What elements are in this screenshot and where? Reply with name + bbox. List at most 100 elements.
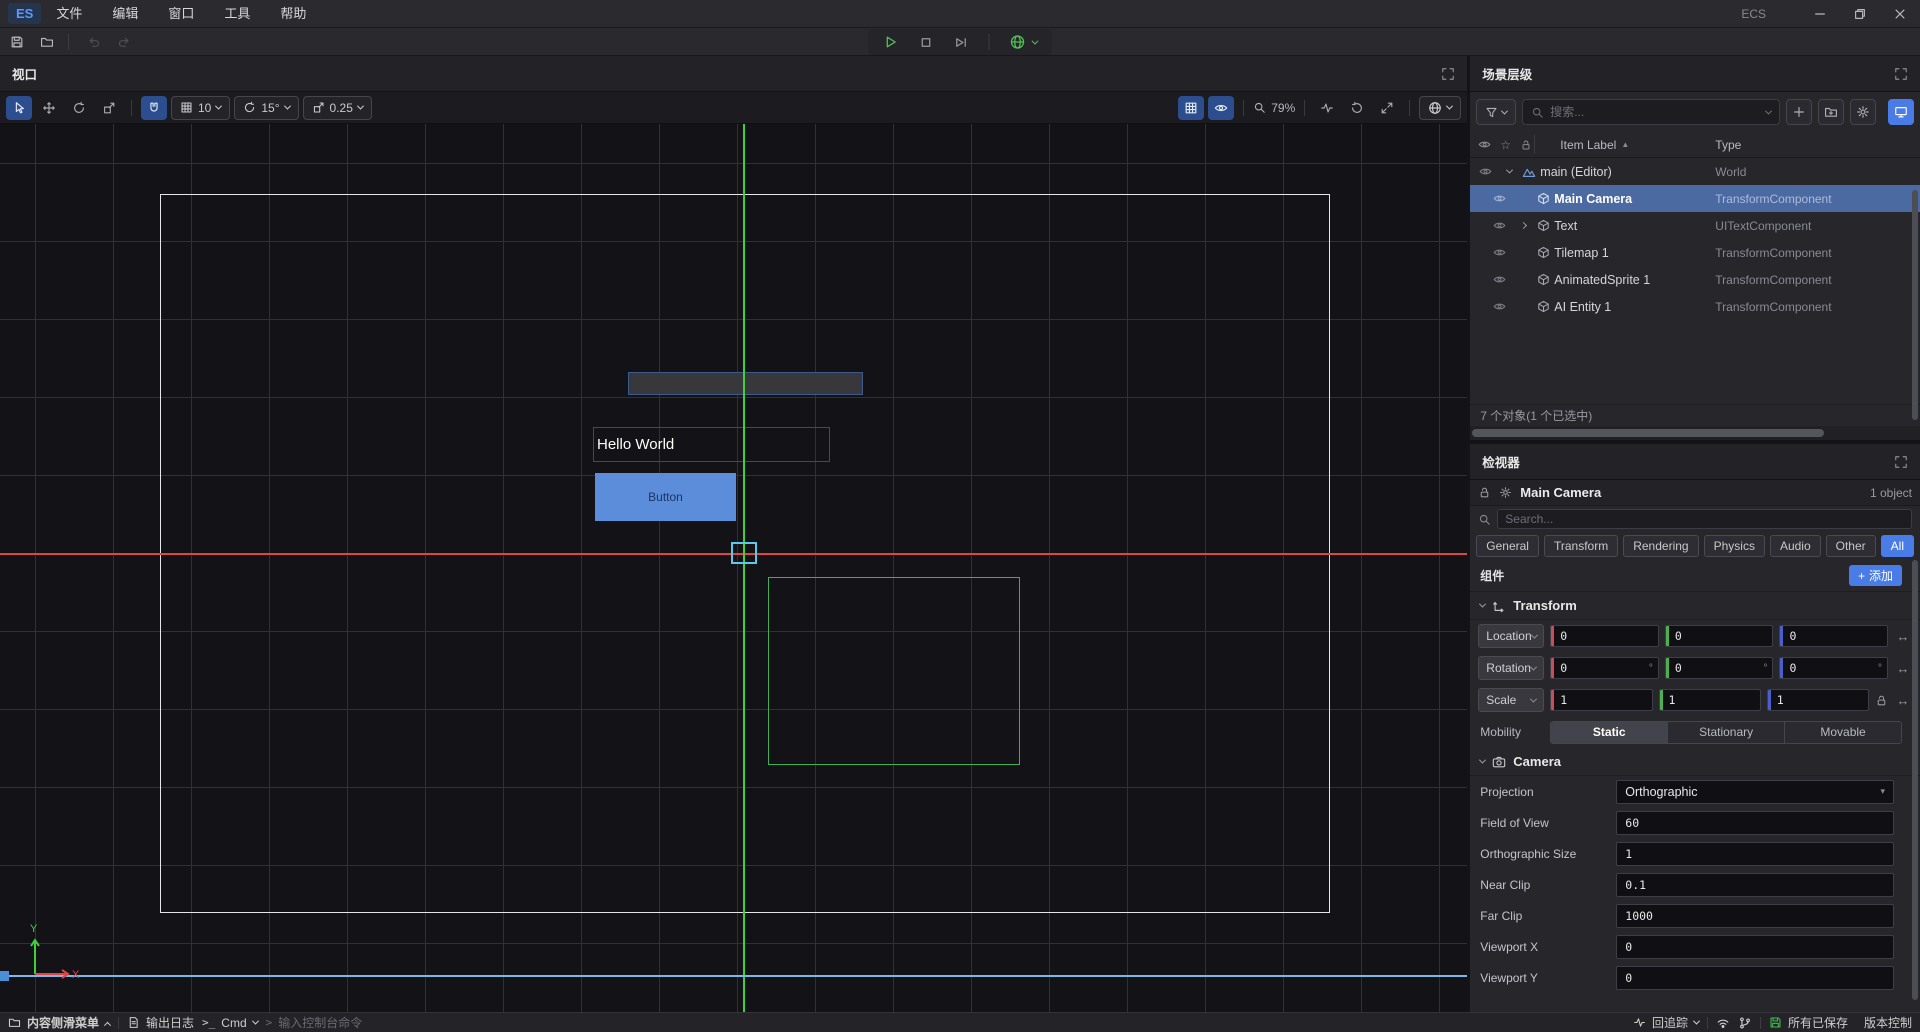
expand-panel-icon[interactable] [1894, 67, 1908, 81]
vertical-scrollbar[interactable] [1912, 190, 1918, 420]
near-clip-field[interactable]: 0.1 [1616, 873, 1894, 897]
lock-column-icon[interactable] [1520, 139, 1532, 151]
trace-back-dropdown[interactable]: 回追踪 [1633, 1014, 1699, 1031]
expand-panel-icon[interactable] [1441, 67, 1455, 81]
table-row[interactable]: Tilemap 1 TransformComponent [1470, 239, 1920, 266]
tab-physics[interactable]: Physics [1704, 535, 1765, 557]
ui-button-element[interactable]: Button [595, 473, 736, 521]
selection-box[interactable] [731, 542, 757, 564]
rotation-z-field[interactable]: 0° [1779, 657, 1888, 679]
viewport-y-field[interactable]: 0 [1616, 966, 1894, 990]
stats-button[interactable] [1314, 96, 1340, 120]
location-x-field[interactable]: 0 [1550, 625, 1659, 647]
location-dropdown[interactable]: Location [1478, 624, 1544, 648]
projection-select[interactable]: Orthographic ▾ [1616, 780, 1894, 804]
vertical-scrollbar[interactable] [1912, 560, 1918, 1000]
grid-toggle-button[interactable] [1178, 96, 1204, 120]
expand-panel-icon[interactable] [1894, 455, 1908, 469]
link-axes-icon[interactable]: ↔ [1894, 661, 1912, 676]
reset-view-button[interactable] [1344, 96, 1370, 120]
visibility-icon[interactable] [1493, 219, 1506, 232]
camera-section-header[interactable]: Camera [1470, 748, 1920, 776]
tab-other[interactable]: Other [1826, 535, 1876, 557]
column-type[interactable]: Type [1715, 138, 1741, 152]
tab-audio[interactable]: Audio [1770, 535, 1821, 557]
redo-button[interactable] [111, 30, 137, 54]
visibility-icon[interactable] [1479, 165, 1492, 178]
rotation-snap-dropdown[interactable]: 15° [234, 96, 298, 120]
ui-text-element[interactable]: Hello World [593, 427, 830, 462]
tab-transform[interactable]: Transform [1544, 535, 1618, 557]
scale-z-field[interactable]: 1 [1767, 689, 1869, 711]
add-entity-button[interactable] [1786, 99, 1812, 125]
chevron-down-icon[interactable] [1506, 167, 1513, 174]
tab-general[interactable]: General [1476, 535, 1539, 557]
visibility-toggle-button[interactable] [1208, 96, 1234, 120]
viewport-x-field[interactable]: 0 [1616, 935, 1894, 959]
chevron-right-icon[interactable] [1520, 222, 1527, 229]
location-y-field[interactable]: 0 [1665, 625, 1774, 647]
filter-dropdown[interactable] [1476, 99, 1516, 125]
scene-canvas[interactable]: Hello World Button Y [0, 124, 1467, 1012]
add-component-button[interactable]: + 添加 [1849, 565, 1902, 586]
tab-all[interactable]: All [1881, 535, 1914, 557]
menu-window[interactable]: 窗口 [153, 0, 209, 28]
world-view-dropdown[interactable] [1419, 96, 1461, 120]
move-tool-button[interactable] [36, 96, 62, 120]
cmd-dropdown[interactable]: >_ Cmd [202, 1016, 258, 1030]
grid-snap-dropdown[interactable]: 10 [171, 96, 230, 120]
fullscreen-button[interactable] [1374, 96, 1400, 120]
rotation-x-field[interactable]: 0° [1550, 657, 1659, 679]
visibility-icon[interactable] [1493, 300, 1506, 313]
undo-button[interactable] [81, 30, 107, 54]
open-button[interactable] [34, 30, 60, 54]
table-row[interactable]: Text UITextComponent [1470, 212, 1920, 239]
zoom-indicator[interactable]: 79% [1253, 101, 1295, 115]
visibility-icon[interactable] [1493, 192, 1506, 205]
app-logo[interactable]: ES [8, 3, 41, 24]
search-input[interactable] [1550, 105, 1760, 119]
ui-slider-bar[interactable] [628, 372, 863, 395]
menu-edit[interactable]: 编辑 [97, 0, 153, 28]
maximize-button[interactable] [1840, 0, 1880, 28]
uniform-scale-lock-icon[interactable] [1875, 694, 1888, 707]
tab-rendering[interactable]: Rendering [1623, 535, 1698, 557]
guide-handle[interactable] [0, 971, 9, 981]
scale-snap-dropdown[interactable]: 0.25 [303, 96, 372, 120]
link-axes-icon[interactable]: ↔ [1894, 629, 1912, 644]
visibility-icon[interactable] [1493, 246, 1506, 259]
source-control-button[interactable] [1738, 1016, 1752, 1030]
gear-icon[interactable] [1499, 486, 1512, 499]
link-axes-icon[interactable]: ↔ [1894, 693, 1912, 708]
save-button[interactable] [4, 30, 30, 54]
content-drawer-button[interactable]: 内容侧滑菜单 [8, 1014, 110, 1031]
inspector-search-input[interactable] [1505, 512, 1904, 526]
location-z-field[interactable]: 0 [1779, 625, 1888, 647]
visibility-icon[interactable] [1493, 273, 1506, 286]
horizontal-scrollbar[interactable] [1470, 426, 1920, 440]
lock-icon[interactable] [1478, 486, 1491, 499]
scale-x-field[interactable]: 1 [1550, 689, 1652, 711]
hierarchy-search[interactable] [1522, 99, 1780, 125]
snap-toggle-button[interactable] [141, 96, 167, 120]
hierarchy-settings-button[interactable] [1850, 99, 1876, 125]
menu-file[interactable]: 文件 [41, 0, 97, 28]
rotate-tool-button[interactable] [66, 96, 92, 120]
transform-section-header[interactable]: Transform [1470, 592, 1920, 620]
output-log-button[interactable]: 输出日志 [127, 1014, 194, 1031]
scale-dropdown[interactable]: Scale [1478, 688, 1544, 712]
rotation-y-field[interactable]: 0° [1665, 657, 1774, 679]
table-row[interactable]: AnimatedSprite 1 TransformComponent [1470, 266, 1920, 293]
minimize-button[interactable] [1800, 0, 1840, 28]
mobility-stationary[interactable]: Stationary [1668, 722, 1785, 743]
close-button[interactable] [1880, 0, 1920, 28]
visibility-column-icon[interactable] [1478, 138, 1491, 151]
far-clip-field[interactable]: 1000 [1616, 904, 1894, 928]
new-folder-button[interactable] [1818, 99, 1844, 125]
menu-help[interactable]: 帮助 [265, 0, 321, 28]
play-button[interactable] [883, 34, 899, 50]
step-button[interactable] [954, 35, 969, 50]
mobility-static[interactable]: Static [1551, 722, 1668, 743]
field-of-view-field[interactable]: 60 [1616, 811, 1894, 835]
stop-button[interactable] [919, 35, 934, 50]
